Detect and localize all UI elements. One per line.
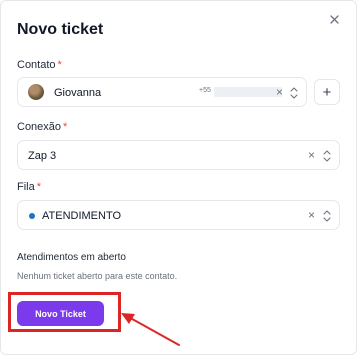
required-mark: * <box>36 181 42 193</box>
chevron-up-down-icon[interactable] <box>323 209 331 223</box>
arrow-annotation-icon <box>121 313 180 346</box>
contact-name: Giovanna <box>54 87 102 99</box>
required-mark: * <box>57 59 62 71</box>
chevron-up-down-icon[interactable] <box>290 86 298 100</box>
clear-contact-icon[interactable]: × <box>276 85 283 99</box>
contato-label: Contato * <box>17 59 62 71</box>
conexao-label: Conexão * <box>17 121 67 133</box>
chevron-up-down-icon[interactable] <box>323 149 331 163</box>
modal-title: Novo ticket <box>17 21 104 38</box>
open-tickets-title: Atendimentos em aberto <box>17 252 126 263</box>
queue-value: ATENDIMENTO <box>42 210 122 222</box>
contato-label-text: Contato <box>17 59 56 71</box>
clear-connection-icon[interactable]: × <box>308 148 315 162</box>
close-icon[interactable] <box>326 11 342 27</box>
fila-label-text: Fila <box>17 181 35 193</box>
new-ticket-modal: Novo ticket Contato * Giovanna +55 × + Co… <box>0 0 357 355</box>
clear-queue-icon[interactable]: × <box>308 208 315 222</box>
fila-label: Fila * <box>17 181 41 193</box>
connection-value: Zap 3 <box>28 150 57 162</box>
conexao-label-text: Conexão <box>17 121 62 133</box>
open-tickets-empty: Nenhum ticket aberto para este contato. <box>17 271 178 281</box>
new-ticket-button[interactable]: Novo Ticket <box>17 301 104 326</box>
phone-number-redacted <box>214 87 282 97</box>
avatar <box>28 84 44 100</box>
connection-select[interactable]: Zap 3 × <box>17 140 340 170</box>
queue-color-dot <box>29 213 35 219</box>
add-contact-button[interactable]: + <box>314 79 340 105</box>
contact-select[interactable]: Giovanna +55 × <box>17 77 307 107</box>
required-mark: * <box>63 121 68 133</box>
queue-select[interactable]: ATENDIMENTO × <box>17 200 340 230</box>
phone-prefix: +55 <box>199 87 211 94</box>
